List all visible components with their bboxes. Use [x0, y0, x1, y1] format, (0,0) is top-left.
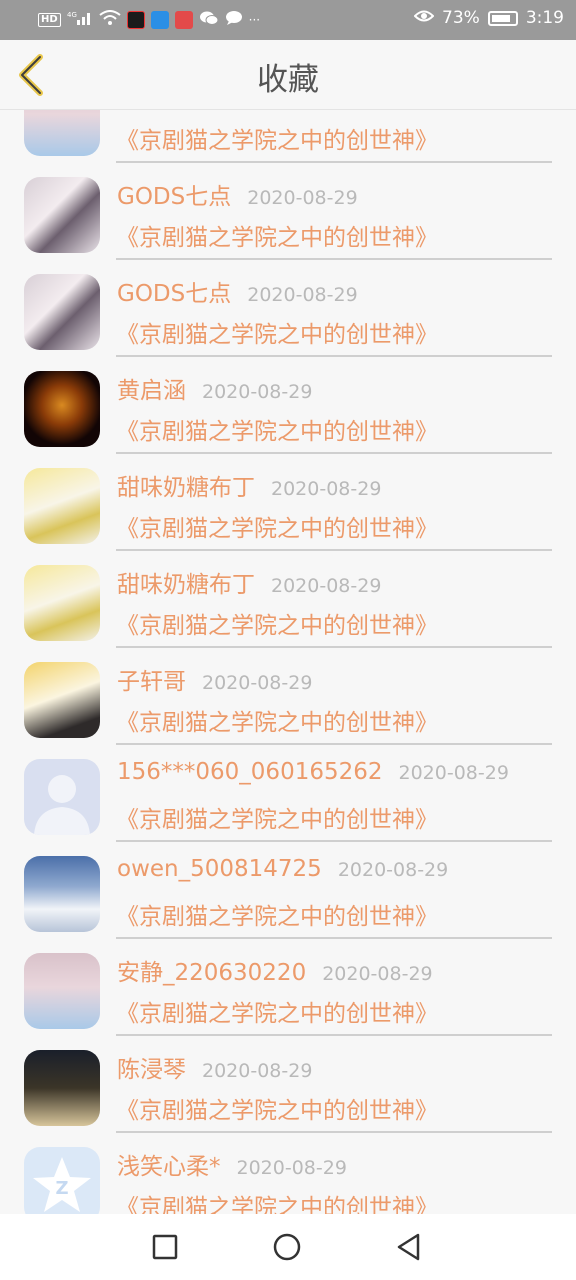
reader-notification-icon — [174, 10, 193, 29]
status-bar: HD 4G ··· 73% 3:19 — [0, 0, 576, 40]
app-notification-icon — [126, 10, 145, 29]
favorite-item[interactable]: GODS七点 2020-08-29 《京剧猫之学院之中的创世神》 — [0, 158, 576, 260]
recent-apps-button[interactable] — [150, 1232, 180, 1262]
name-line: 陈浸琴 2020-08-29 — [117, 1050, 312, 1084]
favorite-item[interactable]: owen_500814725 2020-08-29 《京剧猫之学院之中的创世神》 — [0, 837, 576, 939]
username[interactable]: 甜味奶糖布丁 — [117, 565, 255, 599]
avatar[interactable] — [24, 565, 100, 641]
work-title-link[interactable]: 《京剧猫之学院之中的创世神》 — [116, 703, 438, 737]
wechat-icon — [199, 10, 219, 29]
name-line: 156***060_060165262 2020-08-29 — [117, 759, 509, 785]
clock: 3:19 — [525, 8, 564, 28]
work-title-link[interactable]: 《京剧猫之学院之中的创世神》 — [116, 218, 438, 252]
favorite-item[interactable]: 安静_220630220 2020-08-29 《京剧猫之学院之中的创世神》 — [0, 934, 576, 1036]
page-title: 收藏 — [257, 62, 319, 98]
name-line: 甜味奶糖布丁 2020-08-29 — [117, 468, 381, 502]
avatar[interactable] — [24, 953, 100, 1029]
triangle-back-icon — [397, 1233, 420, 1261]
favorite-date: 2020-08-29 — [322, 963, 433, 985]
status-icons-left: HD 4G ··· — [38, 10, 260, 29]
favorites-list[interactable]: 《京剧猫之学院之中的创世神》 GODS七点 2020-08-29 《京剧猫之学院之中的… — [0, 110, 576, 1214]
favorite-date: 2020-08-29 — [202, 672, 313, 694]
favorite-item[interactable]: 陈浸琴 2020-08-29 《京剧猫之学院之中的创世神》 — [0, 1031, 576, 1133]
name-line: GODS七点 2020-08-29 — [117, 274, 358, 308]
work-title-link[interactable]: 《京剧猫之学院之中的创世神》 — [116, 994, 438, 1028]
eye-icon — [413, 8, 435, 28]
back-nav-button[interactable] — [394, 1232, 424, 1262]
avatar[interactable] — [24, 274, 100, 350]
username[interactable]: 黄启涵 — [117, 371, 186, 405]
favorite-item[interactable]: 甜味奶糖布丁 2020-08-29 《京剧猫之学院之中的创世神》 — [0, 546, 576, 648]
navigation-bar — [0, 1214, 576, 1280]
work-title-link[interactable]: 《京剧猫之学院之中的创世神》 — [116, 606, 438, 640]
avatar[interactable] — [24, 662, 100, 738]
message-icon — [225, 10, 243, 29]
favorite-item[interactable]: 《京剧猫之学院之中的创世神》 — [0, 110, 576, 163]
name-line: 浅笑心柔* 2020-08-29 — [117, 1147, 347, 1181]
name-line: 黄启涵 2020-08-29 — [117, 371, 312, 405]
favorite-item[interactable]: 156***060_060165262 2020-08-29 《京剧猫之学院之中的创… — [0, 740, 576, 842]
username[interactable]: 子轩哥 — [117, 662, 186, 696]
name-line: 子轩哥 2020-08-29 — [117, 662, 312, 696]
username[interactable]: 陈浸琴 — [117, 1050, 186, 1084]
favorite-item[interactable]: 甜味奶糖布丁 2020-08-29 《京剧猫之学院之中的创世神》 — [0, 449, 576, 551]
browser-notification-icon — [150, 10, 169, 29]
favorite-date: 2020-08-29 — [271, 478, 382, 500]
avatar[interactable] — [24, 177, 100, 253]
avatar[interactable] — [24, 371, 100, 447]
favorite-date: 2020-08-29 — [247, 187, 358, 209]
username[interactable]: 安静_220630220 — [117, 953, 306, 987]
avatar[interactable] — [24, 759, 100, 835]
svg-text:4G: 4G — [67, 11, 77, 19]
favorite-date: 2020-08-29 — [337, 859, 449, 881]
battery-icon — [487, 10, 518, 26]
username[interactable]: 浅笑心柔* — [117, 1147, 221, 1181]
favorite-date: 2020-08-29 — [398, 762, 509, 784]
avatar[interactable] — [24, 856, 100, 932]
work-title-link[interactable]: 《京剧猫之学院之中的创世神》 — [116, 121, 438, 155]
hd-indicator: HD — [38, 12, 61, 27]
more-notifications-icon: ··· — [248, 12, 261, 27]
avatar[interactable]: Z — [24, 1147, 100, 1214]
square-icon — [152, 1234, 178, 1260]
avatar[interactable] — [24, 1050, 100, 1126]
username[interactable]: GODS七点 — [117, 274, 231, 308]
name-line: GODS七点 2020-08-29 — [117, 177, 358, 211]
avatar[interactable] — [24, 468, 100, 544]
wifi-icon — [99, 10, 121, 29]
work-title-link[interactable]: 《京剧猫之学院之中的创世神》 — [116, 800, 438, 834]
username[interactable]: 甜味奶糖布丁 — [117, 468, 255, 502]
status-icons-right: 73% 3:19 — [413, 8, 564, 28]
work-title-link[interactable]: 《京剧猫之学院之中的创世神》 — [116, 509, 438, 543]
favorite-item[interactable]: GODS七点 2020-08-29 《京剧猫之学院之中的创世神》 — [0, 255, 576, 357]
battery-percent: 73% — [442, 8, 480, 28]
favorite-date: 2020-08-29 — [202, 381, 313, 403]
name-line: 甜味奶糖布丁 2020-08-29 — [117, 565, 381, 599]
favorite-date: 2020-08-29 — [236, 1157, 347, 1179]
circle-icon — [273, 1233, 301, 1261]
header: 收藏 — [0, 40, 576, 110]
username[interactable]: owen_500814725 — [117, 856, 322, 882]
signal-icon: 4G — [67, 10, 93, 29]
name-line: owen_500814725 2020-08-29 — [117, 856, 448, 882]
username[interactable]: GODS七点 — [117, 177, 231, 211]
username[interactable]: 156***060_060165262 — [117, 759, 383, 785]
work-title-link[interactable]: 《京剧猫之学院之中的创世神》 — [116, 1091, 438, 1125]
favorite-item[interactable]: 子轩哥 2020-08-29 《京剧猫之学院之中的创世神》 — [0, 643, 576, 745]
favorite-date: 2020-08-29 — [202, 1060, 313, 1082]
favorite-date: 2020-08-29 — [247, 284, 358, 306]
home-button[interactable] — [272, 1232, 302, 1262]
favorite-item[interactable]: 黄启涵 2020-08-29 《京剧猫之学院之中的创世神》 — [0, 352, 576, 454]
work-title-link[interactable]: 《京剧猫之学院之中的创世神》 — [116, 412, 438, 446]
name-line: 安静_220630220 2020-08-29 — [117, 953, 433, 987]
svg-text:Z: Z — [55, 1178, 68, 1199]
star-logo-icon: Z — [33, 1157, 91, 1212]
favorite-date: 2020-08-29 — [271, 575, 382, 597]
default-user-icon — [34, 775, 90, 835]
favorite-item[interactable]: Z 浅笑心柔* 2020-08-29 《京剧猫之学院之中的创世神》 — [0, 1128, 576, 1214]
work-title-link[interactable]: 《京剧猫之学院之中的创世神》 — [116, 897, 438, 931]
avatar[interactable] — [24, 110, 100, 156]
work-title-link[interactable]: 《京剧猫之学院之中的创世神》 — [116, 1188, 438, 1214]
work-title-link[interactable]: 《京剧猫之学院之中的创世神》 — [116, 315, 438, 349]
